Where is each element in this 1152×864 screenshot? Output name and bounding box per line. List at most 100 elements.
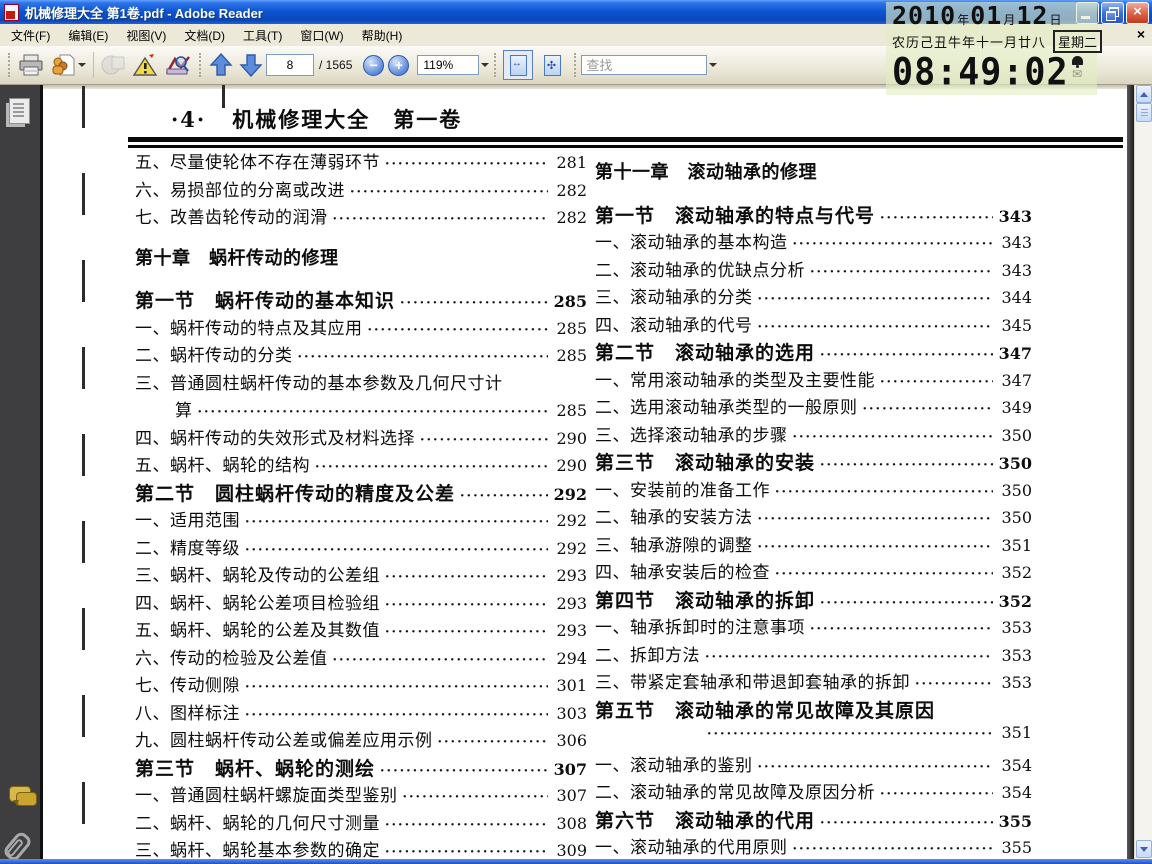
- toc-entry: 四、轴承安装后的检查 352: [595, 558, 1032, 586]
- toc-entry-text: 一、滚动轴承的基本构造: [595, 233, 788, 253]
- scan-dash-mark: [82, 608, 85, 650]
- comments-panel-icon[interactable]: [9, 786, 37, 806]
- clock-indicators: [1071, 54, 1083, 80]
- toc-page-number: 350: [1001, 508, 1032, 527]
- dot-leader: [820, 458, 993, 473]
- close-document-icon[interactable]: [1137, 26, 1145, 42]
- toc-entry-text: 九、圆柱蜗杆传动公差或偏差应用示例: [135, 731, 433, 751]
- dot-leader: [420, 433, 548, 448]
- toc-page-number: 281: [556, 153, 587, 172]
- menu-tools[interactable]: 工具(T): [234, 24, 291, 47]
- toc-entry-text: 一、滚动轴承的代用原则: [595, 838, 788, 858]
- clock-lunar-row: 农历己丑牛年十一月廿八 星期二: [892, 30, 1103, 53]
- toc-entry-text: 三、蜗杆、蜗轮基本参数的确定: [135, 841, 380, 859]
- menu-help[interactable]: 帮助(H): [353, 24, 412, 47]
- previous-page-button[interactable]: [206, 50, 236, 80]
- restore-button[interactable]: [1101, 2, 1124, 24]
- scroll-down-button[interactable]: [1136, 840, 1152, 858]
- toc-entry: 一、蜗杆传动的特点及其应用 285: [135, 314, 587, 342]
- menu-view[interactable]: 视图(V): [117, 24, 175, 47]
- toc-entry: 二、选用滚动轴承类型的一般原则 349: [595, 393, 1032, 421]
- review-comment-button[interactable]: [47, 50, 89, 80]
- toc-page-number: 292: [553, 484, 587, 504]
- menu-window[interactable]: 窗口(W): [291, 24, 352, 47]
- arrow-down-icon: [1140, 846, 1148, 852]
- analysis-button[interactable]: [162, 50, 194, 80]
- page-total-label: / 1565: [319, 58, 353, 72]
- toc-entry: 第十一章 滚动轴承的修理: [595, 158, 1032, 186]
- toc-entry-text: 三、选择滚动轴承的步骤: [595, 425, 788, 446]
- dot-leader: [245, 680, 548, 695]
- vertical-scrollbar[interactable]: [1134, 84, 1152, 859]
- zoom-level-combobox[interactable]: 119%: [417, 55, 480, 75]
- toc-page-number: 282: [556, 180, 587, 200]
- toc-entry-text: 第五节 滚动轴承的常见故障及其原因: [595, 699, 936, 722]
- next-page-button[interactable]: [236, 50, 266, 80]
- toc-page-number: 290: [556, 428, 587, 448]
- toc-entry-text: 二、蜗杆传动的分类: [135, 346, 293, 366]
- toc-entry: 二、轴承的安装方法 350: [595, 503, 1032, 531]
- toc-page-number: 344: [1001, 288, 1032, 307]
- scrollbar-thumb[interactable]: [1136, 103, 1152, 122]
- toc-entry-text: 二、选用滚动轴承类型的一般原则: [595, 398, 858, 418]
- zoom-out-button[interactable]: −: [363, 54, 385, 76]
- toc-entry: 第六节 滚动轴承的代用 355: [595, 806, 1032, 834]
- toolbar-separator: [93, 52, 94, 78]
- page-number-input[interactable]: [266, 54, 314, 76]
- envelope-icon: [1072, 68, 1082, 80]
- zoom-in-button[interactable]: +: [388, 54, 410, 76]
- toc-page-number: 352: [1001, 563, 1032, 582]
- dot-leader: [460, 489, 548, 504]
- dot-leader: [315, 460, 548, 475]
- print-button[interactable]: [15, 50, 47, 80]
- pdf-document-icon: [4, 3, 19, 21]
- dot-leader: [758, 760, 994, 775]
- zoom-dropdown-caret-icon[interactable]: [481, 63, 490, 67]
- main-area: ·4· 机械修理大全 第一卷 五、尽量使轮体不存在薄弱环节281六、易损部位的分…: [0, 84, 1152, 864]
- fit-page-icon: [543, 54, 561, 76]
- scroll-up-button[interactable]: [1136, 85, 1152, 103]
- toc-entry: 第二节 圆柱蜗杆传动的精度及公差 292: [135, 479, 587, 507]
- find-dropdown-caret-icon[interactable]: [709, 63, 718, 67]
- toc-entry-text: 二、滚动轴承的常见故障及原因分析: [595, 783, 875, 803]
- close-button[interactable]: [1126, 2, 1149, 24]
- navigation-panel: [0, 84, 43, 864]
- dot-leader: [820, 596, 993, 611]
- dot-leader: [880, 211, 993, 226]
- toc-entry: 三、蜗杆、蜗轮基本参数的确定 309: [135, 836, 587, 859]
- toc-entry-text: 第三节 滚动轴承的安装: [595, 452, 816, 474]
- toc-entry: 三、选择滚动轴承的步骤 350: [595, 421, 1032, 449]
- toc-page-number: 303: [556, 703, 587, 723]
- toc-entry-text: 八、图样标注: [135, 703, 240, 724]
- toc-page-number: 350: [1001, 425, 1032, 445]
- toc-entry-text: 三、带紧定套轴承和带退卸套轴承的拆卸: [595, 673, 910, 693]
- toc-page-number: 301: [556, 676, 587, 695]
- toc-entry-text: 四、滚动轴承的代号: [595, 315, 753, 336]
- toc-page-number: 309: [556, 841, 587, 859]
- toc-page-number: 349: [1001, 398, 1032, 417]
- toc-entry: 四、蜗杆传动的失效形式及材料选择 290: [135, 424, 587, 452]
- fit-page-button[interactable]: [537, 50, 567, 80]
- window-title: 机械修理大全 第1卷.pdf - Adobe Reader: [25, 5, 263, 21]
- pages-panel-icon[interactable]: [9, 98, 30, 124]
- menu-edit[interactable]: 编辑(E): [59, 24, 117, 47]
- toc-entry: 二、精度等级 292: [135, 534, 587, 562]
- menu-document[interactable]: 文档(D): [175, 24, 234, 47]
- toc-entry: 一、滚动轴承的代用原则 355: [595, 833, 1032, 859]
- menu-file[interactable]: 文件(F): [2, 24, 59, 47]
- toc-entry: 第五节 滚动轴承的常见故障及其原因: [595, 696, 1032, 724]
- find-input[interactable]: [581, 55, 708, 75]
- toc-entry: 一、常用滚动轴承的类型及主要性能 347: [595, 366, 1032, 394]
- toc-page-number: 354: [1001, 783, 1032, 802]
- toc-right-column: 第十一章 滚动轴承的修理第一节 滚动轴承的特点与代号343一、滚动轴承的基本构造…: [595, 84, 1032, 859]
- toc-entry-text: 二、精度等级: [135, 538, 240, 559]
- toc-entry-text: 第三节 蜗杆、蜗轮的测绘: [135, 757, 376, 780]
- fit-width-button[interactable]: [503, 50, 534, 80]
- dot-leader: [400, 296, 548, 311]
- warning-button[interactable]: [130, 50, 162, 80]
- desktop-clock-widget: 2010 年 01 月 12 日 农历己丑牛年十一月廿八 星期二 08:49:0…: [886, 2, 1103, 95]
- dot-leader: [810, 265, 993, 280]
- dot-leader: [793, 237, 994, 252]
- toc-entry-text: 第二节 滚动轴承的选用: [595, 342, 816, 364]
- dot-leader: [758, 540, 994, 555]
